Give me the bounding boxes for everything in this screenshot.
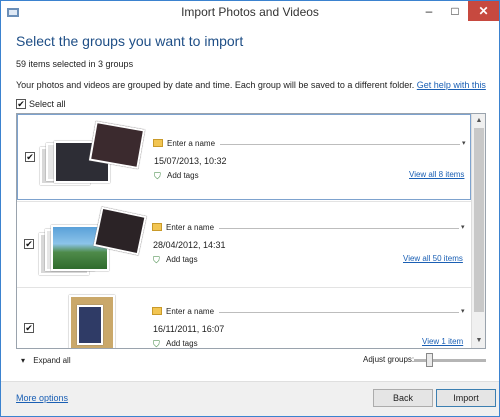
- add-tags-field[interactable]: Add tags: [166, 255, 198, 264]
- group-checkbox[interactable]: ✔: [24, 239, 34, 249]
- group-name-field[interactable]: Enter a name: [166, 307, 214, 316]
- group-row[interactable]: ✔ Enter a name ▾ 16/11/2011, 16:07 ⛉ Add…: [17, 289, 471, 349]
- help-link[interactable]: Get help with this: [417, 80, 486, 90]
- select-all-checkbox[interactable]: ✔: [16, 99, 26, 109]
- group-divider: [17, 287, 471, 288]
- scroll-down-icon[interactable]: ▼: [472, 334, 485, 348]
- group-divider: [17, 201, 471, 202]
- group-date: 16/11/2011, 16:07: [153, 324, 225, 334]
- view-all-link[interactable]: View all 50 items: [403, 254, 463, 263]
- view-all-link[interactable]: View all 8 items: [409, 170, 464, 179]
- chevron-down-icon[interactable]: ▾: [461, 307, 465, 315]
- add-tags-field[interactable]: Add tags: [167, 171, 199, 180]
- import-button[interactable]: Import: [436, 389, 496, 407]
- select-all-label: Select all: [29, 99, 66, 109]
- chevron-down-icon: ▾: [21, 356, 26, 365]
- view-all-link[interactable]: View 1 item: [422, 337, 463, 346]
- tag-icon: ⛉: [153, 255, 160, 265]
- folder-icon: [152, 307, 162, 315]
- tag-icon: ⛉: [153, 339, 160, 349]
- group-thumbnail: [39, 206, 149, 281]
- name-field-underline: [219, 312, 459, 313]
- back-button[interactable]: Back: [373, 389, 433, 407]
- minimize-button[interactable]: –: [416, 1, 442, 21]
- name-field-underline: [220, 144, 460, 145]
- photo-person: [77, 305, 103, 345]
- scroll-up-icon[interactable]: ▲: [472, 114, 485, 128]
- name-field-underline: [219, 228, 459, 229]
- scrollbar-thumb[interactable]: [474, 128, 484, 312]
- vertical-scrollbar[interactable]: ▲ ▼: [471, 114, 485, 348]
- adjust-groups-slider-thumb[interactable]: [426, 353, 433, 367]
- description: Your photos and videos are grouped by da…: [16, 80, 415, 90]
- chevron-down-icon[interactable]: ▾: [462, 139, 466, 147]
- folder-icon: [153, 139, 163, 147]
- close-button[interactable]: ✕: [468, 1, 499, 21]
- group-date: 15/07/2013, 10:32: [154, 156, 227, 166]
- maximize-button[interactable]: □: [442, 1, 468, 21]
- selection-count: 59 items selected in 3 groups: [16, 59, 134, 69]
- group-thumbnail: [39, 291, 149, 348]
- group-name-field[interactable]: Enter a name: [166, 223, 214, 232]
- description-text: Your photos and videos are grouped by da…: [16, 80, 486, 90]
- group-checkbox[interactable]: ✔: [24, 323, 34, 333]
- more-options-link[interactable]: More options: [16, 393, 68, 403]
- adjust-groups-label: Adjust groups:: [363, 355, 415, 364]
- group-date: 28/04/2012, 14:31: [153, 240, 226, 250]
- group-list: ✔ Enter a name ▾ 15/07/2013, 10:32 ⛉ Add…: [16, 113, 486, 349]
- import-dialog: Import Photos and Videos – □ ✕ Select th…: [0, 0, 500, 417]
- group-row[interactable]: ✔ Enter a name ▾ 28/04/2012, 14:31 ⛉ Add…: [17, 203, 471, 289]
- tag-icon: ⛉: [154, 171, 161, 181]
- expand-all-label: Expand all: [33, 356, 71, 365]
- group-thumbnail: [40, 120, 150, 193]
- group-name-field[interactable]: Enter a name: [167, 139, 215, 148]
- expand-all-button[interactable]: ▾ Expand all: [21, 356, 71, 365]
- group-checkbox[interactable]: ✔: [25, 152, 35, 162]
- chevron-down-icon[interactable]: ▾: [461, 223, 465, 231]
- adjust-groups-slider-track[interactable]: [414, 359, 486, 362]
- group-row[interactable]: ✔ Enter a name ▾ 15/07/2013, 10:32 ⛉ Add…: [17, 114, 471, 200]
- photo-people: [88, 120, 146, 170]
- title-bar: Import Photos and Videos – □ ✕: [1, 1, 499, 23]
- folder-icon: [152, 223, 162, 231]
- add-tags-field[interactable]: Add tags: [166, 339, 198, 348]
- page-title: Select the groups you want to import: [16, 33, 244, 49]
